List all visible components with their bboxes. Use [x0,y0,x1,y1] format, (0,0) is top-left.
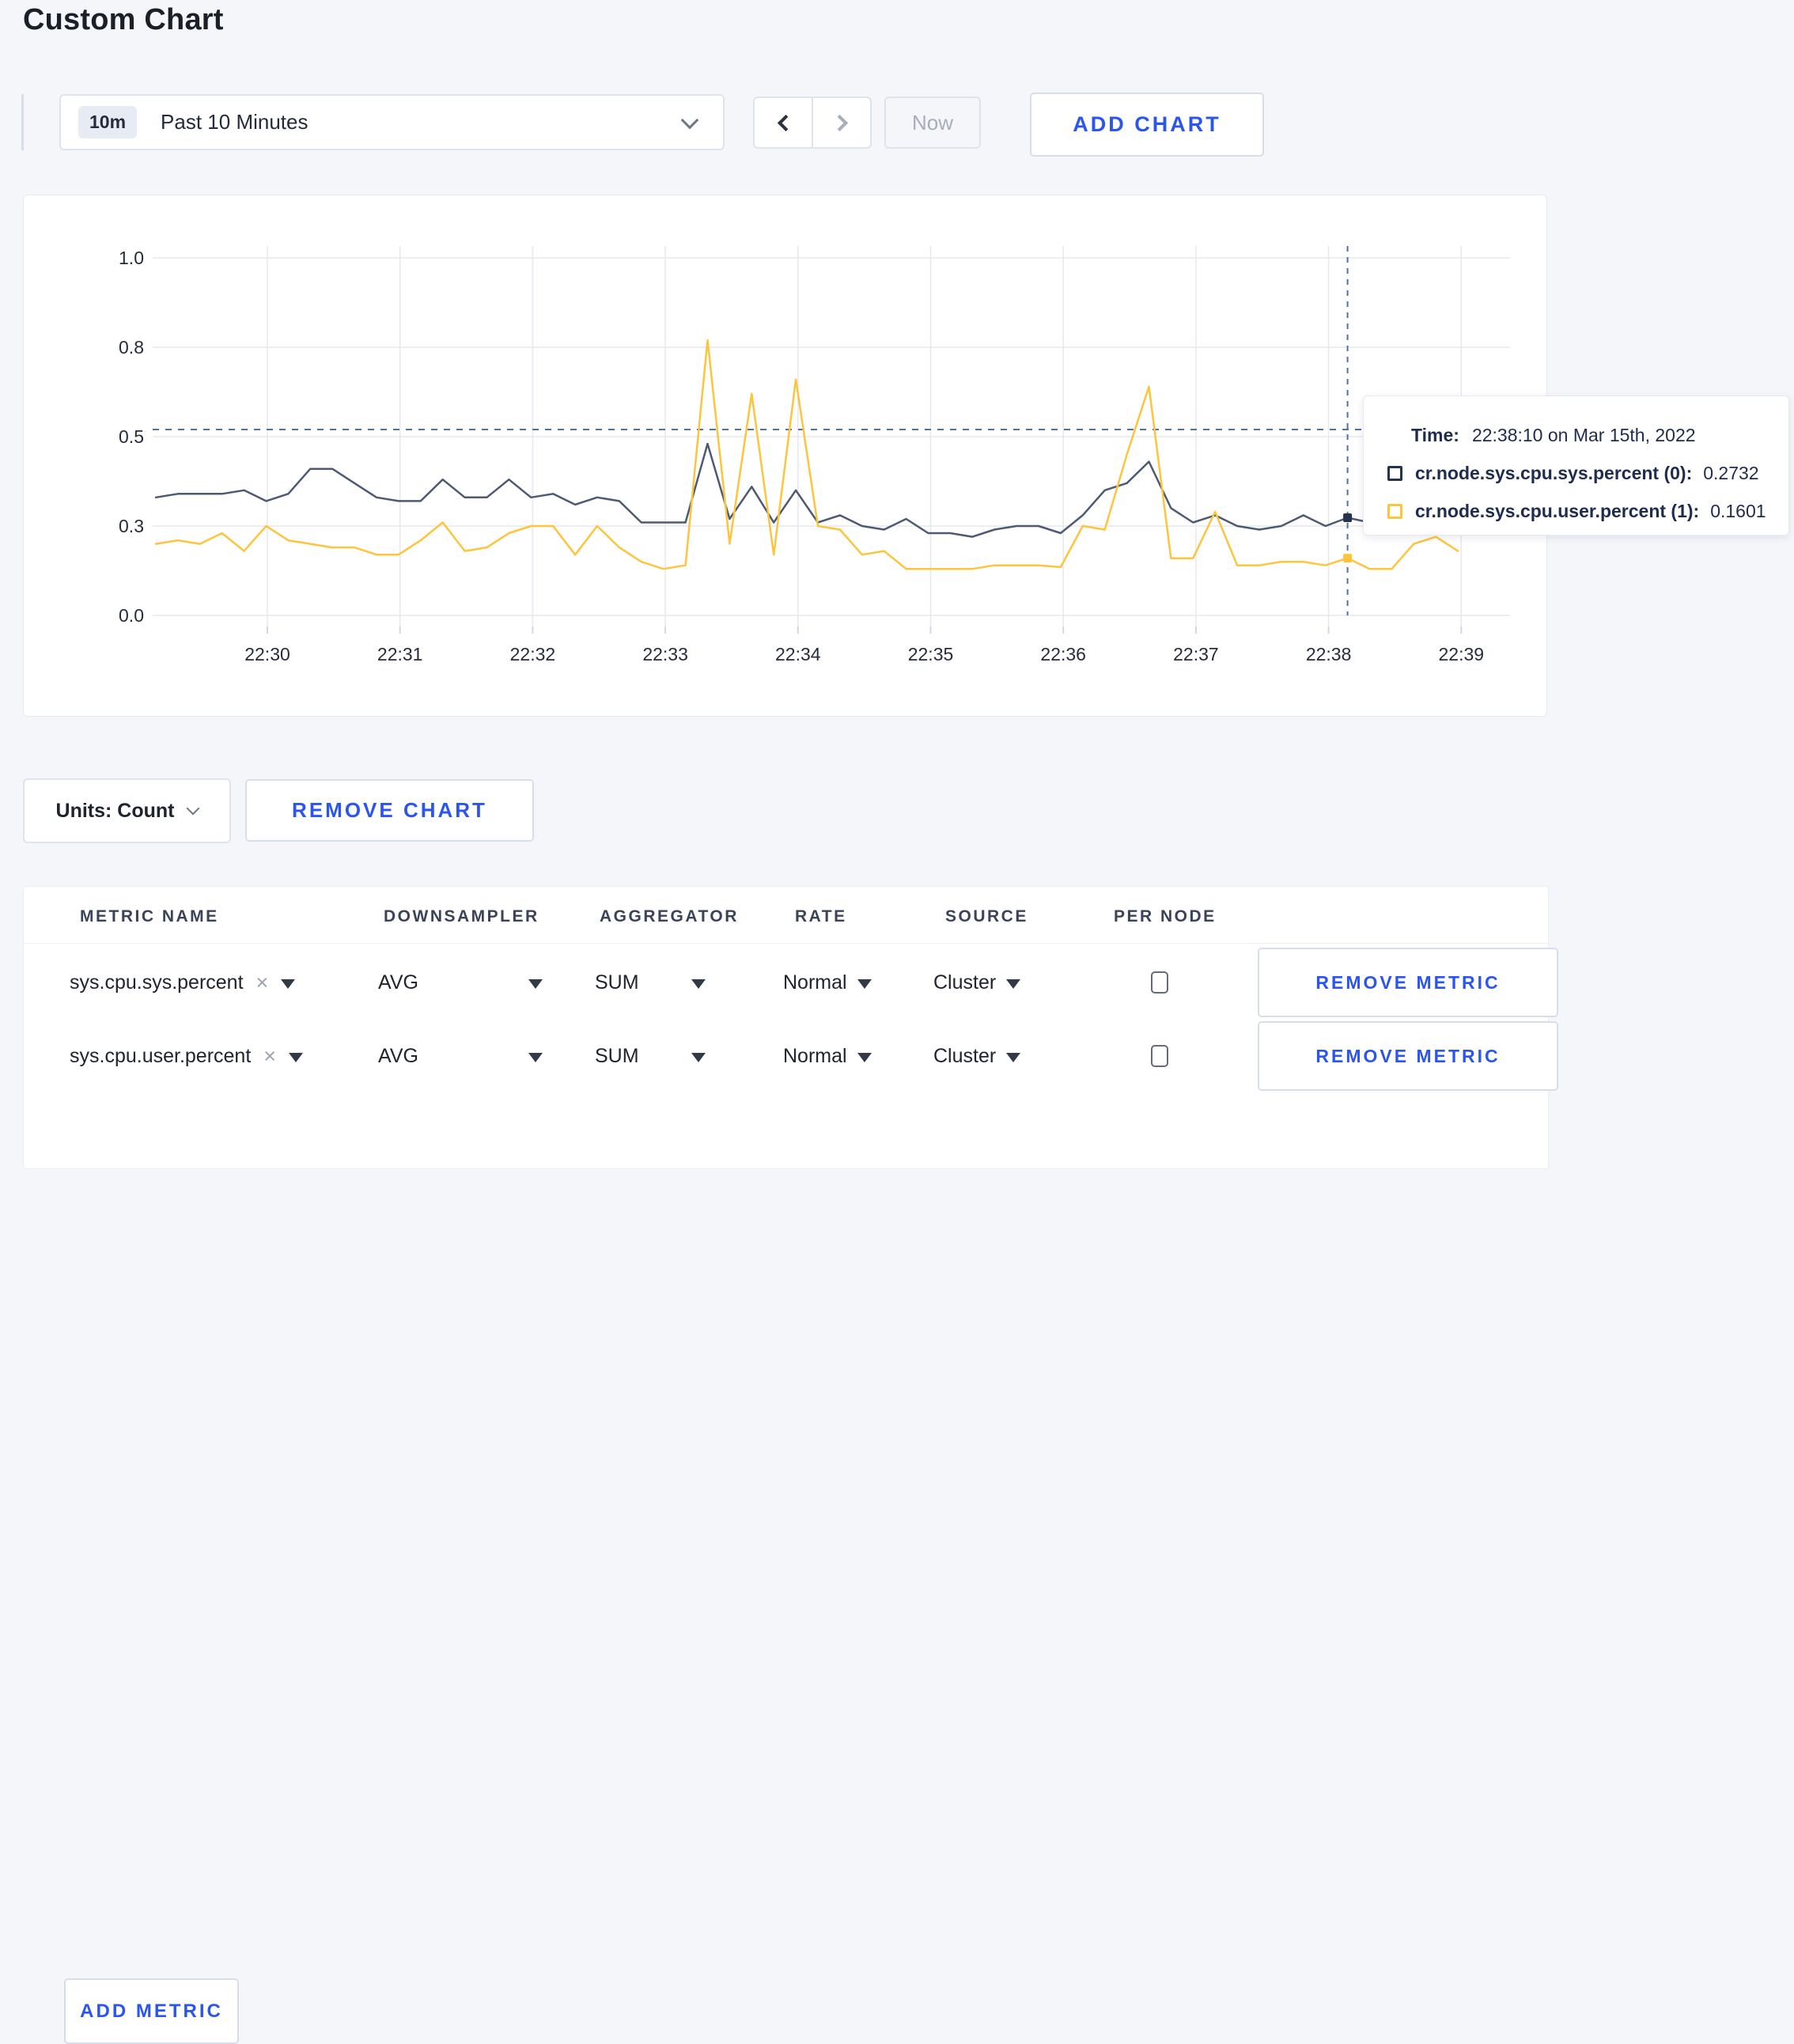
aggregator-value: SUM [595,971,639,994]
table-row: sys.cpu.user.percent × AVG SUM Normal Cl… [24,1021,1558,1091]
step-back-button[interactable] [755,98,812,147]
clear-icon[interactable]: × [256,971,269,995]
caret-down-icon [1006,978,1021,989]
caret-down-icon [1006,1052,1021,1062]
rate-select[interactable]: Normal [783,1021,872,1091]
tooltip-value-sys: 0.2732 [1703,462,1759,483]
x-axis-label: 22:37 [1173,644,1219,664]
header-rate: RATE [795,907,847,925]
metrics-table: METRIC NAME DOWNSAMPLER AGGREGATOR RATE … [23,886,1558,2044]
time-range-label: Past 10 Minutes [161,110,308,134]
add-chart-button[interactable]: ADD CHART [1030,93,1264,157]
metrics-table-header: METRIC NAME DOWNSAMPLER AGGREGATOR RATE … [24,887,1548,944]
caret-down-icon [691,978,706,989]
hover-point [1343,554,1353,563]
per-node-checkbox[interactable] [1151,1045,1168,1067]
metric-name-select[interactable]: sys.cpu.user.percent × [70,1021,304,1091]
step-forward-button[interactable] [812,98,870,147]
chevron-right-icon [831,114,848,131]
remove-metric-button[interactable]: REMOVE METRIC [1258,948,1558,1017]
y-axis-label: 0.5 [119,426,144,447]
caret-down-icon [528,1052,543,1062]
source-select[interactable]: Cluster [933,1021,1021,1091]
y-axis-label: 0.8 [119,337,144,358]
source-value: Cluster [933,1044,997,1067]
header-aggregator: AGGREGATOR [600,907,739,925]
x-axis-label: 22:39 [1439,644,1485,664]
y-axis-label: 1.0 [119,248,144,268]
metric-name-select[interactable]: sys.cpu.sys.percent × [70,948,296,1017]
chart-tooltip: Time: 22:38:10 on Mar 15th, 2022 cr.node… [1363,396,1789,536]
x-axis-label: 22:33 [642,644,688,664]
x-axis-label: 22:36 [1040,644,1086,664]
per-node-checkbox[interactable] [1151,971,1168,994]
downsampler-value: AVG [378,971,418,994]
now-button[interactable]: Now [884,97,981,149]
table-row: sys.cpu.sys.percent × AVG SUM Normal Clu… [24,948,1558,1017]
tooltip-time-label: Time: [1411,424,1459,445]
aggregator-select[interactable]: SUM [595,948,706,1017]
downsampler-select[interactable]: AVG [378,948,543,1017]
aggregator-value: SUM [595,1044,639,1067]
series-swatch-sys [1387,465,1402,481]
header-source: SOURCE [945,907,1028,925]
header-per-node: PER NODE [1114,907,1217,925]
rate-value: Normal [783,971,847,994]
toolbar-left-divider [21,94,24,150]
header-metric-name: METRIC NAME [80,907,219,925]
caret-down-icon [528,978,543,989]
x-axis-label: 22:30 [244,644,290,664]
header-downsampler: DOWNSAMPLER [384,907,539,925]
caret-down-icon [857,1052,872,1062]
caret-down-icon [289,1052,304,1062]
chevron-left-icon [777,114,794,131]
chart-card[interactable]: 0.0 0.3 0.5 0.8 1.0 22:30 22:31 22:32 22:33 22:34… [23,195,1547,717]
units-dropdown[interactable]: Units: Count [23,778,231,843]
source-select[interactable]: Cluster [933,948,1021,1017]
caret-down-icon [281,978,296,989]
hover-point [1343,513,1353,523]
source-value: Cluster [933,971,997,994]
rate-select[interactable]: Normal [783,948,872,1017]
metric-name-value: sys.cpu.sys.percent [70,971,244,994]
time-range-badge: 10m [78,106,138,138]
caret-down-icon [691,1052,706,1062]
units-label: Units: Count [55,799,175,822]
series-swatch-user [1387,503,1402,519]
remove-metric-button[interactable]: REMOVE METRIC [1258,1021,1558,1091]
y-axis-label: 0.3 [119,516,144,536]
downsampler-value: AVG [378,1044,418,1067]
x-axis-label: 22:38 [1306,644,1352,664]
page-title: Custom Chart [23,3,224,36]
clear-icon[interactable]: × [263,1044,276,1069]
x-axis-label: 22:35 [908,644,954,664]
x-axis-label: 22:34 [775,644,821,664]
add-metric-button[interactable]: ADD METRIC [64,1978,239,2044]
time-step-buttons [753,97,872,149]
chevron-down-icon [186,801,200,816]
metric-name-value: sys.cpu.user.percent [70,1044,252,1067]
time-range-dropdown[interactable]: 10m Past 10 Minutes [59,94,725,150]
tooltip-metric-user: cr.node.sys.cpu.user.percent (1): [1415,500,1700,521]
y-axis-label: 0.0 [119,605,144,626]
chart-svg: 0.0 0.3 0.5 0.8 1.0 22:30 22:31 22:32 22:33 22:34… [119,246,1510,664]
aggregator-select[interactable]: SUM [595,1021,706,1091]
x-axis-label: 22:31 [377,644,423,664]
caret-down-icon [857,978,872,989]
rate-value: Normal [783,1044,847,1067]
tooltip-time-value: 22:38:10 on Mar 15th, 2022 [1471,424,1696,445]
series-line [154,339,1459,570]
downsampler-select[interactable]: AVG [378,1021,543,1091]
x-axis-label: 22:32 [510,644,556,664]
chevron-down-icon [680,111,699,129]
remove-chart-button[interactable]: REMOVE CHART [245,779,534,842]
tooltip-metric-sys: cr.node.sys.cpu.sys.percent (0): [1415,462,1693,483]
tooltip-value-user: 0.1601 [1710,500,1766,521]
